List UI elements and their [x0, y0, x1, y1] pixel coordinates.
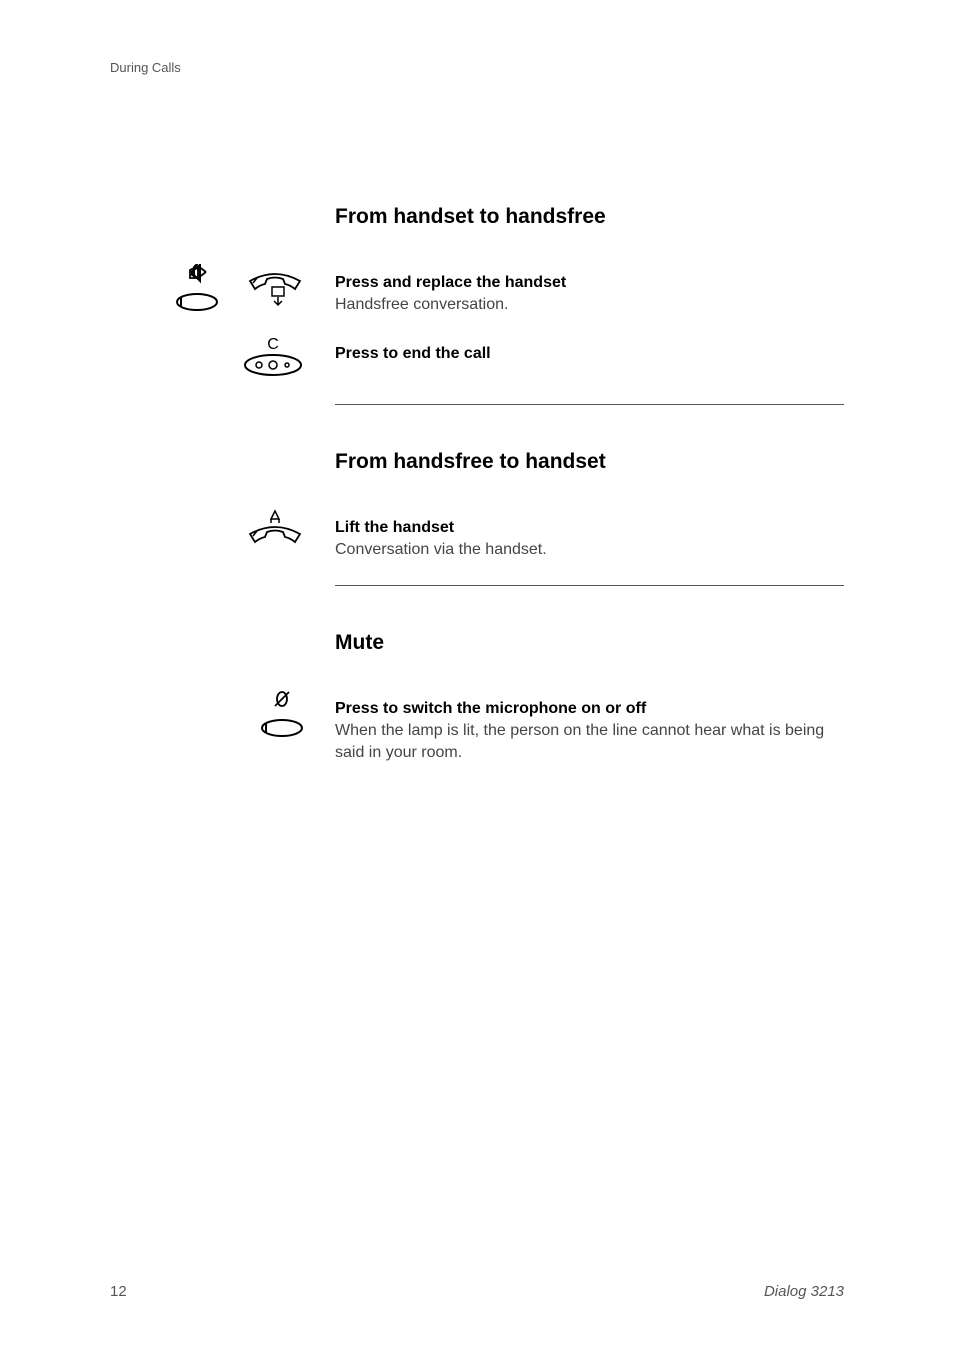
section-title: From handsfree to handset	[335, 450, 844, 474]
section-mute: Mute Press to switch the microphone on o…	[110, 631, 844, 763]
page-footer: 12 Dialog 3213	[110, 1283, 844, 1300]
section-divider	[335, 404, 844, 405]
page-number: 12	[110, 1283, 127, 1300]
section-handsfree-to-handset: From handsfree to handset Lift the hands…	[110, 450, 844, 586]
handset-up-icon	[245, 509, 305, 549]
mute-icon	[259, 690, 305, 740]
section-title: From handset to handsfree	[335, 205, 844, 229]
speaker-icon	[174, 264, 220, 314]
section-title: Mute	[335, 631, 844, 655]
page-header: During Calls	[110, 60, 844, 75]
instruction-bold: Press to end the call	[335, 345, 491, 362]
instruction-text: When the lamp is lit, the person on the …	[335, 722, 824, 761]
section-divider	[335, 585, 844, 586]
handset-down-icon	[245, 269, 305, 309]
instruction-bold: Press and replace the handset	[335, 274, 566, 291]
section-handset-to-handsfree: From handset to handsfree	[110, 205, 844, 405]
instruction-text: Handsfree conversation.	[335, 296, 508, 313]
product-model: Dialog 3213	[764, 1283, 844, 1300]
svg-text:C: C	[267, 336, 279, 353]
instruction-bold: Lift the handset	[335, 519, 454, 536]
instruction-text: Conversation via the handset.	[335, 541, 547, 558]
clear-button-icon: C	[241, 335, 305, 379]
instruction-bold: Press to switch the microphone on or off	[335, 700, 646, 717]
